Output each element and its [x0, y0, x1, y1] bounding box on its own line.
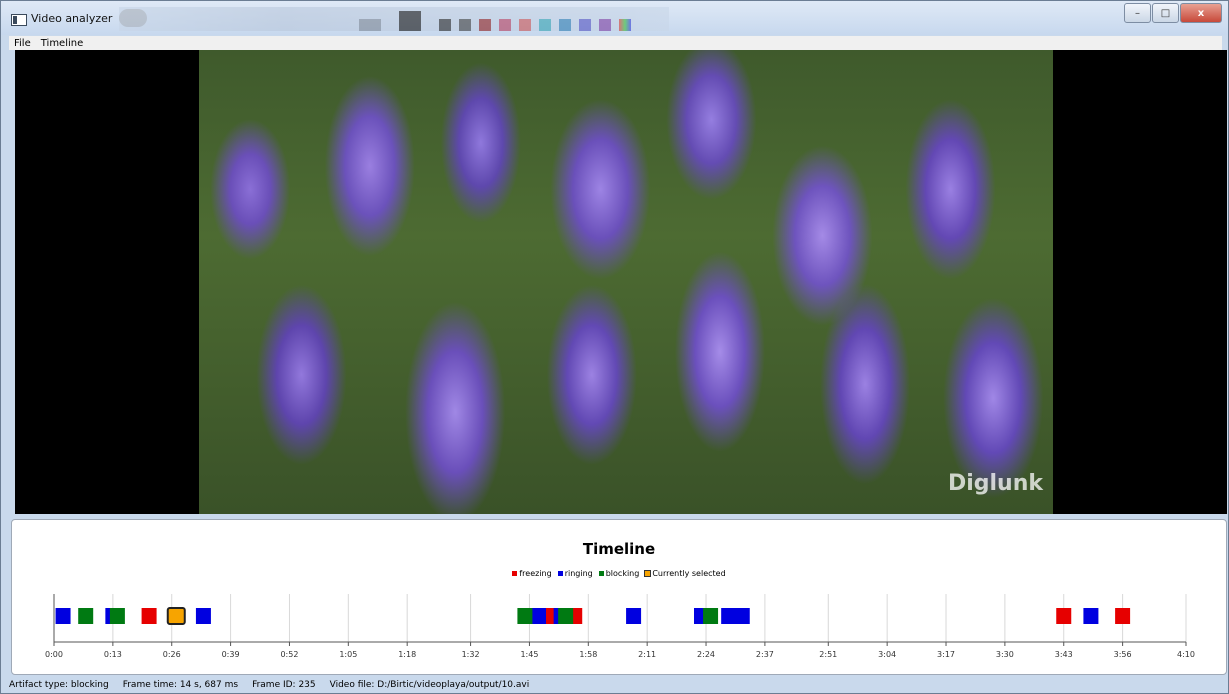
legend-label-selected: Currently selected — [652, 569, 726, 578]
tick-label: 2:51 — [819, 650, 837, 659]
tick-label: 0:39 — [222, 650, 240, 659]
marker-ringing — [626, 608, 642, 624]
tick-label: 0:26 — [163, 650, 181, 659]
status-artifact-type: Artifact type: blocking — [9, 680, 109, 690]
menu-file[interactable]: File — [9, 38, 36, 49]
tick-label: 2:11 — [638, 650, 656, 659]
marker-freezing — [1056, 608, 1072, 624]
tick-label: 3:30 — [996, 650, 1014, 659]
marker-currently-selected — [166, 607, 186, 625]
marker-freezing — [141, 608, 157, 624]
marker-ringing — [1083, 608, 1099, 624]
tick-label: 4:10 — [1177, 650, 1195, 659]
tick-label: 3:56 — [1114, 650, 1132, 659]
titlebar-background-strip — [119, 7, 669, 31]
tick-label: 2:24 — [697, 650, 715, 659]
menu-bar: File Timeline — [9, 36, 1222, 50]
tick-label: 3:04 — [878, 650, 896, 659]
legend-swatch-selected — [644, 570, 652, 577]
marker-blocking — [558, 608, 574, 624]
legend-swatch-freezing — [512, 571, 518, 576]
close-button[interactable]: x — [1180, 3, 1222, 23]
legend-label-ringing: ringing — [564, 569, 593, 578]
marker-blocking — [109, 608, 125, 624]
app-window: Video analyzer – □ x File Timeline Diglu… — [0, 0, 1229, 694]
tick-label: 3:43 — [1055, 650, 1073, 659]
legend-item-selected: Currently selected — [644, 569, 726, 578]
status-frame-id: Frame ID: 235 — [252, 680, 316, 690]
timeline-panel: Timeline freezing ringing blocking Curre… — [11, 519, 1227, 675]
minimize-button[interactable]: – — [1124, 3, 1151, 23]
status-bar: Artifact type: blocking Frame time: 14 s… — [9, 677, 1222, 693]
timeline-title: Timeline — [582, 540, 656, 558]
tick-label: 3:17 — [937, 650, 955, 659]
maximize-button[interactable]: □ — [1152, 3, 1179, 23]
legend-label-blocking: blocking — [605, 569, 640, 578]
marker-ringing — [530, 608, 546, 624]
app-icon — [11, 14, 27, 26]
status-video-file: Video file: D:/Birtic/videoplaya/output/… — [329, 680, 530, 690]
timeline-legend: freezing ringing blocking Currently sele… — [12, 569, 1226, 578]
window-title: Video analyzer — [31, 12, 113, 25]
marker-ringing — [734, 608, 750, 624]
legend-item-freezing: freezing — [512, 569, 552, 578]
tick-label: 0:52 — [280, 650, 298, 659]
tick-label: 1:18 — [398, 650, 416, 659]
marker-blocking — [517, 608, 533, 624]
legend-label-freezing: freezing — [519, 569, 552, 578]
tick-label: 0:00 — [45, 650, 63, 659]
marker-freezing — [1115, 608, 1131, 624]
tick-label: 1:58 — [579, 650, 597, 659]
marker-blocking — [78, 608, 94, 624]
title-bar[interactable]: Video analyzer – □ x — [1, 1, 1228, 35]
tick-label: 1:05 — [339, 650, 357, 659]
window-controls: – □ x — [1123, 3, 1222, 23]
marker-blocking — [703, 608, 719, 624]
tick-label: 1:45 — [520, 650, 538, 659]
video-frame: Diglunk — [199, 50, 1053, 514]
tick-label: 2:37 — [756, 650, 774, 659]
legend-item-ringing: ringing — [557, 569, 593, 578]
timeline-chart[interactable]: 0:00 0:13 0:26 0:39 0:52 1:05 1:18 1:32 1:45 1:58… — [42, 592, 1198, 668]
video-viewport[interactable]: Diglunk — [15, 50, 1227, 514]
video-watermark: Diglunk — [947, 471, 1043, 496]
tick-label: 0:13 — [104, 650, 122, 659]
legend-swatch-blocking — [598, 571, 604, 576]
menu-timeline[interactable]: Timeline — [36, 38, 89, 49]
marker-ringing — [195, 608, 211, 624]
tick-label: 1:32 — [462, 650, 480, 659]
marker-ringing — [721, 608, 737, 624]
legend-swatch-ringing — [557, 571, 563, 576]
status-frame-time: Frame time: 14 s, 687 ms — [122, 680, 239, 690]
legend-item-blocking: blocking — [598, 569, 640, 578]
marker-ringing — [55, 608, 71, 624]
